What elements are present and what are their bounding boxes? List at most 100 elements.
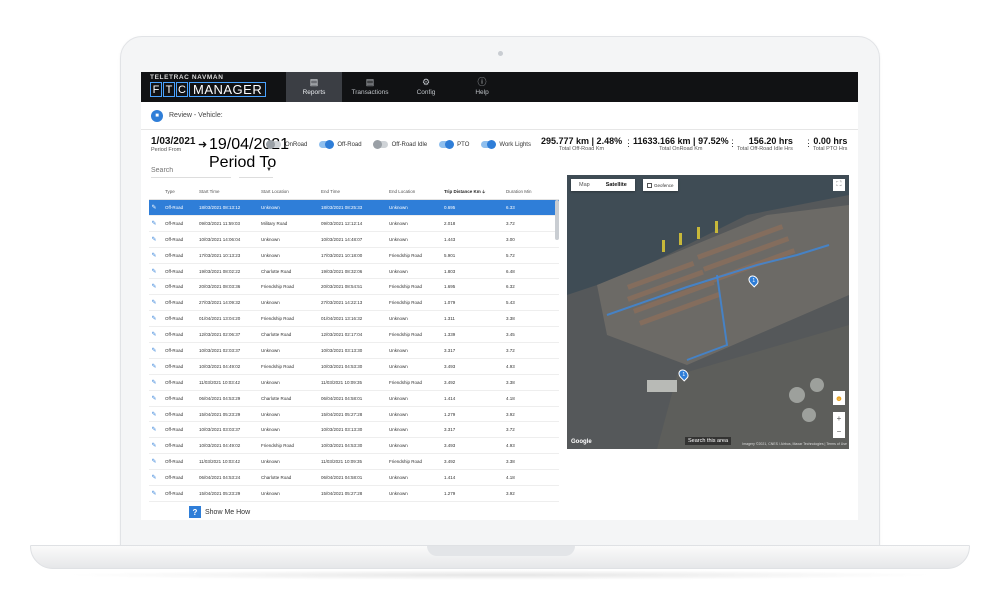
edit-pencil-icon[interactable]: ✎ (149, 474, 159, 481)
stat-offroad-idle: 156.20 hrs Total Off-Road Idle Hrs (737, 136, 793, 160)
table-row[interactable]: ✎ Off-Road 27/03/2021 14:09:32 Unknown 27/03… (149, 295, 559, 312)
nav-item-config[interactable]: ⚙ Config (398, 72, 454, 102)
fullscreen-icon[interactable]: ⛶ (833, 179, 845, 191)
show-me-how-button[interactable]: ? Show Me How (189, 506, 250, 518)
table-cell: 27/03/2021 14:22:13 (321, 300, 363, 306)
table-cell: 6.48 (506, 268, 515, 274)
table-cell: Off-Road (165, 363, 184, 369)
table-row[interactable]: ✎ Off-Road 09/03/2021 11:59:03 Military Roa… (149, 216, 559, 232)
edit-pencil-icon[interactable]: ✎ (149, 236, 159, 243)
table-row[interactable]: ✎ Off-Road 01/04/2021 13:04:20 Friendship R… (149, 311, 559, 328)
column-header[interactable]: Start Location (261, 189, 321, 194)
edit-pencil-icon[interactable]: ✎ (149, 426, 159, 433)
table-cell: Friendship Road (261, 363, 295, 369)
edit-pencil-icon[interactable]: ✎ (149, 490, 159, 497)
column-header[interactable]: Start Time (199, 189, 261, 194)
column-header[interactable]: End Time (321, 189, 389, 194)
toggle-switch[interactable] (372, 140, 388, 149)
table-row[interactable]: ✎ Off-Road 06/04/2021 04:53:24 Charlotte Ro… (149, 470, 559, 487)
pegman-icon[interactable]: ☻ (833, 391, 845, 405)
table-row[interactable]: ✎ Off-Road 10/03/2021 03:03:37 Unknown 10/03… (149, 422, 559, 439)
edit-pencil-icon[interactable]: ✎ (149, 347, 159, 354)
toggle-offroad[interactable]: Off-Road (319, 140, 362, 149)
edit-pencil-icon[interactable]: ✎ (149, 411, 159, 418)
kebab-menu-icon[interactable]: ⋮ (804, 139, 813, 148)
nav-item-transactions[interactable]: ▤ Transactions (342, 72, 398, 102)
table-row[interactable]: ✎ Off-Road 12/03/2021 02:06:37 Charlotte Ro… (149, 327, 559, 344)
table-cell: Off-Road (165, 236, 184, 242)
column-header[interactable]: Duration Min (506, 189, 551, 194)
edit-pencil-icon[interactable]: ✎ (149, 252, 159, 259)
zoom-in-button[interactable]: + (833, 412, 845, 425)
review-icon[interactable]: ■ (151, 110, 163, 122)
toggle-work-lights[interactable]: Work Lights (481, 140, 531, 149)
table-row[interactable]: ✎ Off-Road 20/03/2021 08:03:36 Friendship R… (149, 279, 559, 296)
edit-pencil-icon[interactable]: ✎ (149, 379, 159, 386)
edit-pencil-icon[interactable]: ✎ (149, 268, 159, 275)
edit-pencil-icon[interactable]: ✎ (149, 442, 159, 449)
edit-pencil-icon[interactable]: ✎ (149, 331, 159, 338)
nav-item-label: Transactions (351, 89, 389, 96)
period-from[interactable]: 1/03/2021 Period From (151, 136, 196, 153)
table-cell: 1.414 (444, 475, 456, 481)
search-this-area-button[interactable]: Search this area (685, 437, 732, 445)
table-cell: Unknown (389, 268, 408, 274)
receipt-icon: ▤ (365, 77, 375, 87)
geofence-label: Geofence (654, 182, 674, 188)
edit-pencil-icon[interactable]: ✎ (149, 315, 159, 322)
toggle-switch[interactable] (319, 140, 335, 149)
edit-pencil-icon[interactable]: ✎ (149, 458, 159, 465)
toggle-switch[interactable] (266, 140, 281, 149)
toggle-switch[interactable] (439, 140, 455, 149)
toggle-onroad[interactable]: OnRoad (266, 140, 307, 149)
column-header[interactable]: Type (159, 189, 199, 194)
zoom-out-button[interactable]: − (833, 425, 845, 438)
column-header-sorted[interactable]: Trip Distance Km 🡣 (444, 188, 506, 196)
table-cell: Unknown (389, 411, 408, 417)
search-input[interactable] (151, 164, 231, 178)
table-cell: 1.079 (444, 300, 456, 306)
table-cell: 11/03/2021 10:09:35 (321, 379, 362, 385)
table-row[interactable]: ✎ Off-Road 17/03/2021 10:13:23 Unknown 17/03… (149, 248, 559, 264)
table-row[interactable]: ✎ Off-Road 10/03/2021 04:49:02 Friendship R… (149, 438, 559, 455)
toggle-switch[interactable] (481, 140, 497, 149)
stat-offroad-km: 295.777 km | 2.48% Total Off-Road Km (541, 136, 622, 160)
map-attribution[interactable]: Imagery ©2021, CNES / Airbus, Maxar Tech… (742, 442, 847, 446)
kebab-menu-icon[interactable]: ⋮ (624, 139, 633, 148)
column-header[interactable]: End Location (389, 189, 444, 194)
table-row[interactable]: ✎ Off-Road 10/03/2021 14:06:04 Unknown 10/03… (149, 232, 559, 248)
table-scrollbar[interactable] (555, 200, 559, 240)
map-tab-satellite[interactable]: Satellite (598, 179, 635, 191)
edit-pencil-icon[interactable]: ✎ (149, 283, 159, 290)
kebab-menu-icon[interactable]: ⋮ (728, 139, 737, 148)
table-row[interactable]: ✎ Off-Road 10/03/2021 02:03:37 Unknown 10/03… (149, 343, 559, 359)
edit-pencil-icon[interactable]: ✎ (149, 363, 159, 370)
table-cell: Unknown (261, 236, 280, 242)
edit-pencil-icon[interactable]: ✎ (149, 299, 159, 306)
table-row[interactable]: ✎ Off-Road 15/04/2021 05:23:29 Unknown 15/04… (149, 486, 559, 502)
nav-item-reports[interactable]: ▤ Reports (286, 72, 342, 102)
edit-pencil-icon[interactable]: ✎ (149, 220, 159, 227)
edit-pencil-icon[interactable]: ✎ (149, 395, 159, 402)
filter-select[interactable]: ▼ (239, 164, 273, 178)
toggle-offroad-idle[interactable]: Off-Road Idle (372, 140, 427, 149)
table-row[interactable]: ✎ Off-Road 10/03/2021 04:49:02 Friendship R… (149, 359, 559, 375)
geofence-checkbox[interactable]: Geofence (643, 179, 678, 191)
toggle-pto[interactable]: PTO (439, 140, 469, 149)
table-row[interactable]: ✎ Off-Road 11/03/2021 10:03:42 Unknown 11/03… (149, 375, 559, 391)
stat-value: 11633.166 km | 97.52% (633, 136, 729, 146)
table-row[interactable]: ✎ Off-Road 15/04/2021 05:23:29 Unknown 15/04… (149, 407, 559, 423)
brand-logo[interactable]: F T C MANAGER (150, 81, 267, 98)
map-tab-map[interactable]: Map (571, 179, 598, 191)
nav-item-help[interactable]: ⓘ Help (454, 72, 510, 102)
edit-pencil-icon[interactable]: ✎ (149, 204, 159, 211)
table-cell: 4.93 (506, 363, 515, 369)
table-cell: 18/03/2021 08:25:33 (321, 204, 363, 210)
map-type-tabs: Map Satellite (571, 179, 635, 191)
table-row[interactable]: ✎ Off-Road 19/03/2021 08:02:22 Charlotte Ro… (149, 264, 559, 280)
table-row[interactable]: ✎ Off-Road 11/03/2021 10:03:42 Unknown 11/03… (149, 454, 559, 471)
table-row[interactable]: ✎ Off-Road 06/04/2021 04:53:29 Charlotte Ro… (149, 391, 559, 407)
table-row[interactable]: ✎ Off-Road 18/03/2021 08:13:12 Unknown 18/03… (149, 200, 559, 216)
table-cell: Off-Road (165, 332, 184, 338)
satellite-map[interactable]: Map Satellite Geofence ⛶ 1 1 ☻ + − Searc… (567, 175, 849, 449)
